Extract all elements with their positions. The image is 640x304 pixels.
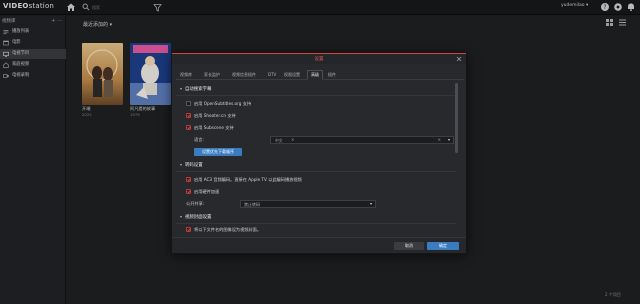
ac3-checkbox[interactable] (186, 177, 191, 182)
dialog-scrollbar[interactable] (455, 83, 458, 153)
dialog-content: ▾ 自动搜索字幕 启用 OpenSubtitles.org 支持 启用 Shoot… (176, 83, 462, 235)
language-label: 语言: (194, 137, 204, 142)
divider (176, 95, 456, 96)
dialog-header: 设置 (172, 53, 466, 64)
dialog-footer: 取消 确定 (172, 237, 466, 253)
section-header-cover[interactable]: ▾ 视频封面设置 (180, 214, 211, 220)
section-header-subtitles[interactable]: ▾ 自动搜索字幕 (180, 86, 211, 92)
video-station-app: VIDEOstation yudemilao ▾ ? 视频库 + ⋯ 播放列表 … (0, 0, 640, 304)
section-header-transcode[interactable]: ▾ 转码设置 (180, 162, 203, 168)
tab-parental[interactable]: 家长监护 (204, 71, 220, 79)
opensubtitles-checkbox[interactable] (186, 101, 191, 106)
dialog-title: 设置 (314, 57, 324, 62)
chevron-down-icon: ▾ (180, 162, 183, 167)
remove-tag-icon[interactable]: × (291, 137, 295, 142)
divider (176, 223, 456, 224)
tab-permissions[interactable]: 权限设置 (284, 71, 300, 79)
language-select[interactable]: 中文 × × ▾ (270, 136, 454, 144)
tab-library[interactable]: 视频库 (180, 71, 192, 79)
tab-advanced[interactable]: 高级 (307, 70, 323, 80)
settings-dialog: 设置 视频库 家长监护 视频信息插件 DTV 权限设置 高级 插件 ▾ 自动搜索字… (171, 52, 467, 254)
tab-metadata-plugin[interactable]: 视频信息插件 (232, 71, 256, 79)
cover-file-checkbox[interactable] (186, 227, 191, 232)
tab-plugins[interactable]: 插件 (328, 71, 336, 79)
divider (176, 171, 456, 172)
chevron-down-icon[interactable]: ▾ (448, 137, 450, 142)
chevron-down-icon: ▾ (369, 201, 372, 206)
close-icon[interactable] (456, 56, 462, 62)
subscene-checkbox[interactable] (186, 125, 191, 130)
clear-icon[interactable]: × (437, 137, 441, 142)
dialog-tabs: 视频库 家长监护 视频信息插件 DTV 权限设置 高级 插件 (176, 70, 464, 80)
ok-button[interactable]: 确定 (427, 242, 459, 250)
language-tag: 中文 (275, 138, 283, 143)
shooter-checkbox[interactable] (186, 113, 191, 118)
public-share-select[interactable]: 禁止转码 ▾ (240, 200, 376, 208)
public-share-label: 公开共享: (186, 201, 205, 206)
tab-dtv[interactable]: DTV (268, 71, 276, 79)
chevron-down-icon: ▾ (180, 86, 183, 91)
download-order-button[interactable]: 设置优先下载顺序 (194, 148, 242, 156)
hw-accel-checkbox[interactable] (186, 189, 191, 194)
chevron-down-icon: ▾ (180, 214, 183, 219)
cancel-button[interactable]: 取消 (394, 242, 424, 250)
